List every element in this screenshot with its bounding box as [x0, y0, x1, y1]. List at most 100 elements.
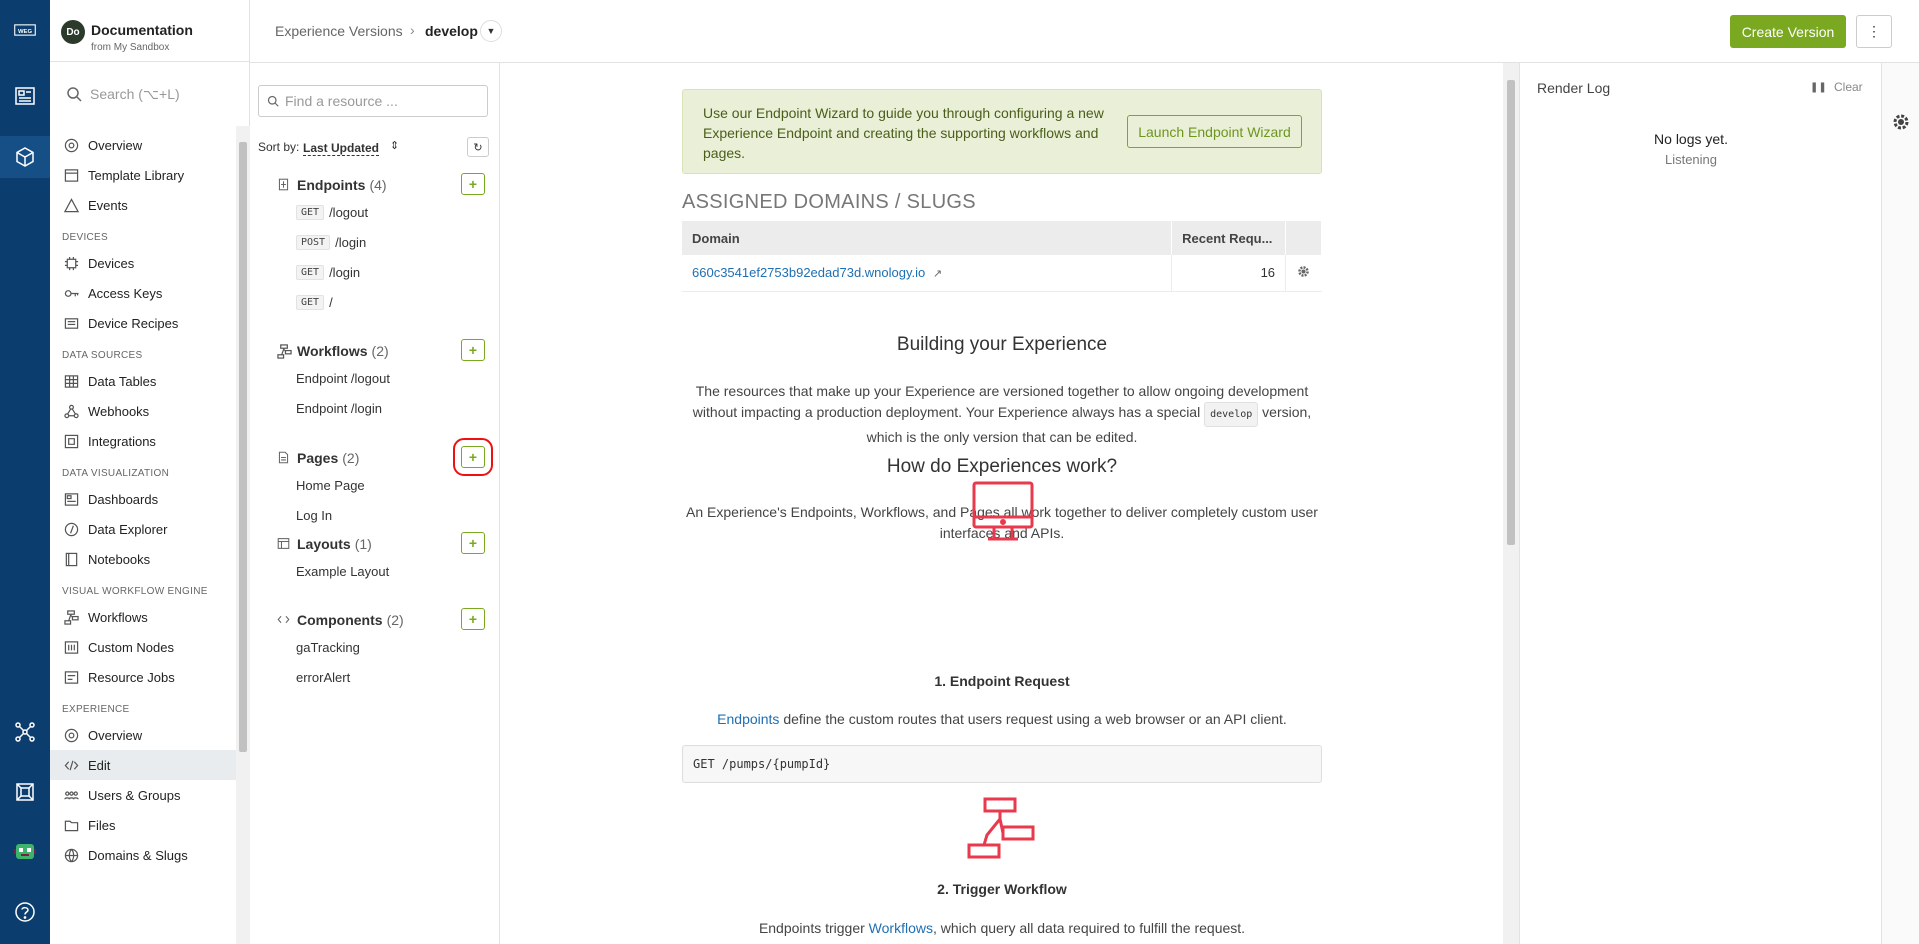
resource-item[interactable]: errorAlert	[250, 662, 500, 692]
resource-group-workflows: Workflows (2) + Endpoint /logout Endpoint /l…	[250, 339, 500, 423]
sidebar-item-sources-integrations[interactable]: Integrations	[50, 426, 236, 456]
recipe-icon	[63, 315, 80, 332]
sidebar-item-experience-users-groups[interactable]: Users & Groups	[50, 780, 236, 810]
resource-group-name: Components	[297, 612, 383, 628]
sidebar-item-visualization-dashboards[interactable]: Dashboards	[50, 484, 236, 514]
resource-item[interactable]: Example Layout	[250, 556, 500, 586]
device-icon[interactable]	[0, 772, 50, 812]
resource-item-label: Log In	[296, 507, 333, 523]
refresh-icon: ↻	[473, 141, 483, 154]
sidebar-item-label: Custom Nodes	[88, 639, 174, 655]
domain-settings-button[interactable]	[1285, 255, 1322, 292]
resource-item[interactable]: Endpoint /login	[250, 393, 500, 423]
domain-link[interactable]: 660c3541ef2753b92edad73d.wnology.io	[692, 265, 925, 280]
sort-select[interactable]: Last Updated	[303, 141, 380, 156]
pause-button[interactable]: ❚❚	[1810, 82, 1827, 93]
sidebar-item-experience-domains-slugs[interactable]: Domains & Slugs	[50, 840, 236, 870]
resource-item[interactable]: GET/logout	[250, 197, 500, 227]
sidebar-scrollbar[interactable]	[236, 126, 250, 944]
resource-group-header[interactable]: Pages (2) +	[250, 438, 500, 476]
building-text: The resources that make up your Experien…	[682, 381, 1322, 448]
sidebar-item-experience-overview[interactable]: Overview	[50, 720, 236, 750]
overview-icon	[63, 137, 80, 154]
http-method-badge: GET	[296, 204, 325, 220]
sidebar-item-devices-access-keys[interactable]: Access Keys	[50, 278, 236, 308]
resource-group-count: (2)	[342, 450, 360, 466]
launch-endpoint-wizard-button[interactable]: Launch Endpoint Wizard	[1127, 115, 1302, 148]
add-components-button[interactable]: +	[461, 608, 485, 630]
org-switcher[interactable]: Do Documentation from My Sandbox	[50, 0, 250, 62]
step2-suffix: , which query all data required to fulfi…	[932, 920, 1246, 936]
resource-item[interactable]: GET/login	[250, 257, 500, 287]
version-dropdown-icon[interactable]: ▼	[480, 20, 502, 42]
sidebar-item-label: Events	[88, 197, 128, 213]
resource-item[interactable]: POST/login	[250, 227, 500, 257]
sort-updown-icon[interactable]: ⇕	[390, 139, 399, 152]
resource-search-input[interactable]: Find a resource ...	[258, 85, 488, 117]
resource-group-header[interactable]: Endpoints (4) +	[250, 173, 500, 197]
sidebar-scroll-thumb[interactable]	[239, 142, 247, 752]
experience-cube-icon[interactable]	[0, 136, 50, 178]
sidebar-item-visualization-data-explorer[interactable]: Data Explorer	[50, 514, 236, 544]
resource-item-label: /logout	[329, 204, 369, 220]
resource-item[interactable]: Home Page	[250, 470, 500, 500]
overview-icon	[63, 727, 80, 744]
workflow-network-icon[interactable]	[0, 712, 50, 752]
resource-item[interactable]: Log In	[250, 500, 500, 530]
custom-node-icon	[63, 639, 80, 656]
main-scroll-thumb[interactable]	[1507, 80, 1515, 545]
search-placeholder: Search (⌥+L)	[90, 85, 180, 102]
external-link-icon[interactable]: ↗	[933, 268, 942, 280]
sidebar-item-label: Domains & Slugs	[88, 847, 188, 863]
render-log-scrollbar[interactable]	[1862, 113, 1876, 944]
help-icon[interactable]	[0, 892, 50, 932]
sidebar-item-devices-device-recipes[interactable]: Device Recipes	[50, 308, 236, 338]
endpoints-link[interactable]: Endpoints	[717, 711, 779, 727]
add-workflows-button[interactable]: +	[461, 339, 485, 361]
search-icon	[67, 87, 82, 102]
sidebar-item-overview[interactable]: Overview	[50, 130, 236, 160]
resource-group-header[interactable]: Components (2) +	[250, 608, 500, 632]
sidebar-item-label: Overview	[88, 727, 143, 743]
resource-item[interactable]: GET /	[250, 287, 500, 317]
resource-group-header[interactable]: Workflows (2) +	[250, 339, 500, 363]
sidebar-item-template-library[interactable]: Template Library	[50, 160, 236, 190]
resource-group-name: Layouts	[297, 536, 351, 552]
main-scrollbar[interactable]	[1503, 63, 1519, 944]
sidebar-item-devices-devices[interactable]: Devices	[50, 248, 236, 278]
resource-item[interactable]: gaTracking	[250, 632, 500, 662]
sidebar-item-experience-edit[interactable]: Edit	[50, 750, 236, 780]
logo-icon[interactable]: WEG	[0, 5, 50, 55]
sidebar-item-label: Integrations	[88, 433, 156, 449]
create-version-button[interactable]: Create Version	[1730, 15, 1846, 48]
sidebar-item-label: Access Keys	[88, 285, 163, 301]
sidebar-item-events[interactable]: Events	[50, 190, 236, 220]
sidebar-item-experience-files[interactable]: Files	[50, 810, 236, 840]
clear-button[interactable]: Clear	[1834, 80, 1863, 94]
sidebar-item-visualization-notebooks[interactable]: Notebooks	[50, 544, 236, 574]
more-options-button[interactable]: ⋮	[1856, 15, 1892, 48]
sidebar-item-sources-webhooks[interactable]: Webhooks	[50, 396, 236, 426]
refresh-button[interactable]: ↻	[467, 137, 489, 157]
workflows-link[interactable]: Workflows	[869, 920, 933, 936]
search-input[interactable]: Search (⌥+L)	[50, 74, 250, 114]
resource-group-header[interactable]: Layouts (1) +	[250, 532, 500, 556]
sidebar: Do Documentation from My Sandbox Search …	[50, 0, 250, 944]
add-layouts-button[interactable]: +	[461, 532, 485, 554]
breadcrumb-experience-versions[interactable]: Experience Versions	[275, 23, 403, 39]
sidebar-item-label: Dashboards	[88, 491, 159, 507]
sidebar-item-engine-resource-jobs[interactable]: Resource Jobs	[50, 662, 236, 692]
avatar-icon[interactable]	[0, 831, 50, 871]
add-pages-button[interactable]: +	[453, 438, 493, 476]
resource-panel: Find a resource ... Sort by: Last Update…	[250, 63, 500, 944]
sidebar-item-engine-workflows[interactable]: Workflows	[50, 602, 236, 632]
debug-icon[interactable]	[1892, 113, 1910, 131]
sidebar-item-label: Workflows	[88, 609, 148, 625]
dashboard-icon[interactable]	[0, 76, 50, 116]
add-endpoints-button[interactable]: +	[461, 173, 485, 195]
sidebar-item-engine-custom-nodes[interactable]: Custom Nodes	[50, 632, 236, 662]
resource-item[interactable]: Endpoint /logout	[250, 363, 500, 393]
dashboard-icon	[63, 491, 80, 508]
sidebar-item-sources-data-tables[interactable]: Data Tables	[50, 366, 236, 396]
resource-item-label: /	[329, 294, 333, 310]
